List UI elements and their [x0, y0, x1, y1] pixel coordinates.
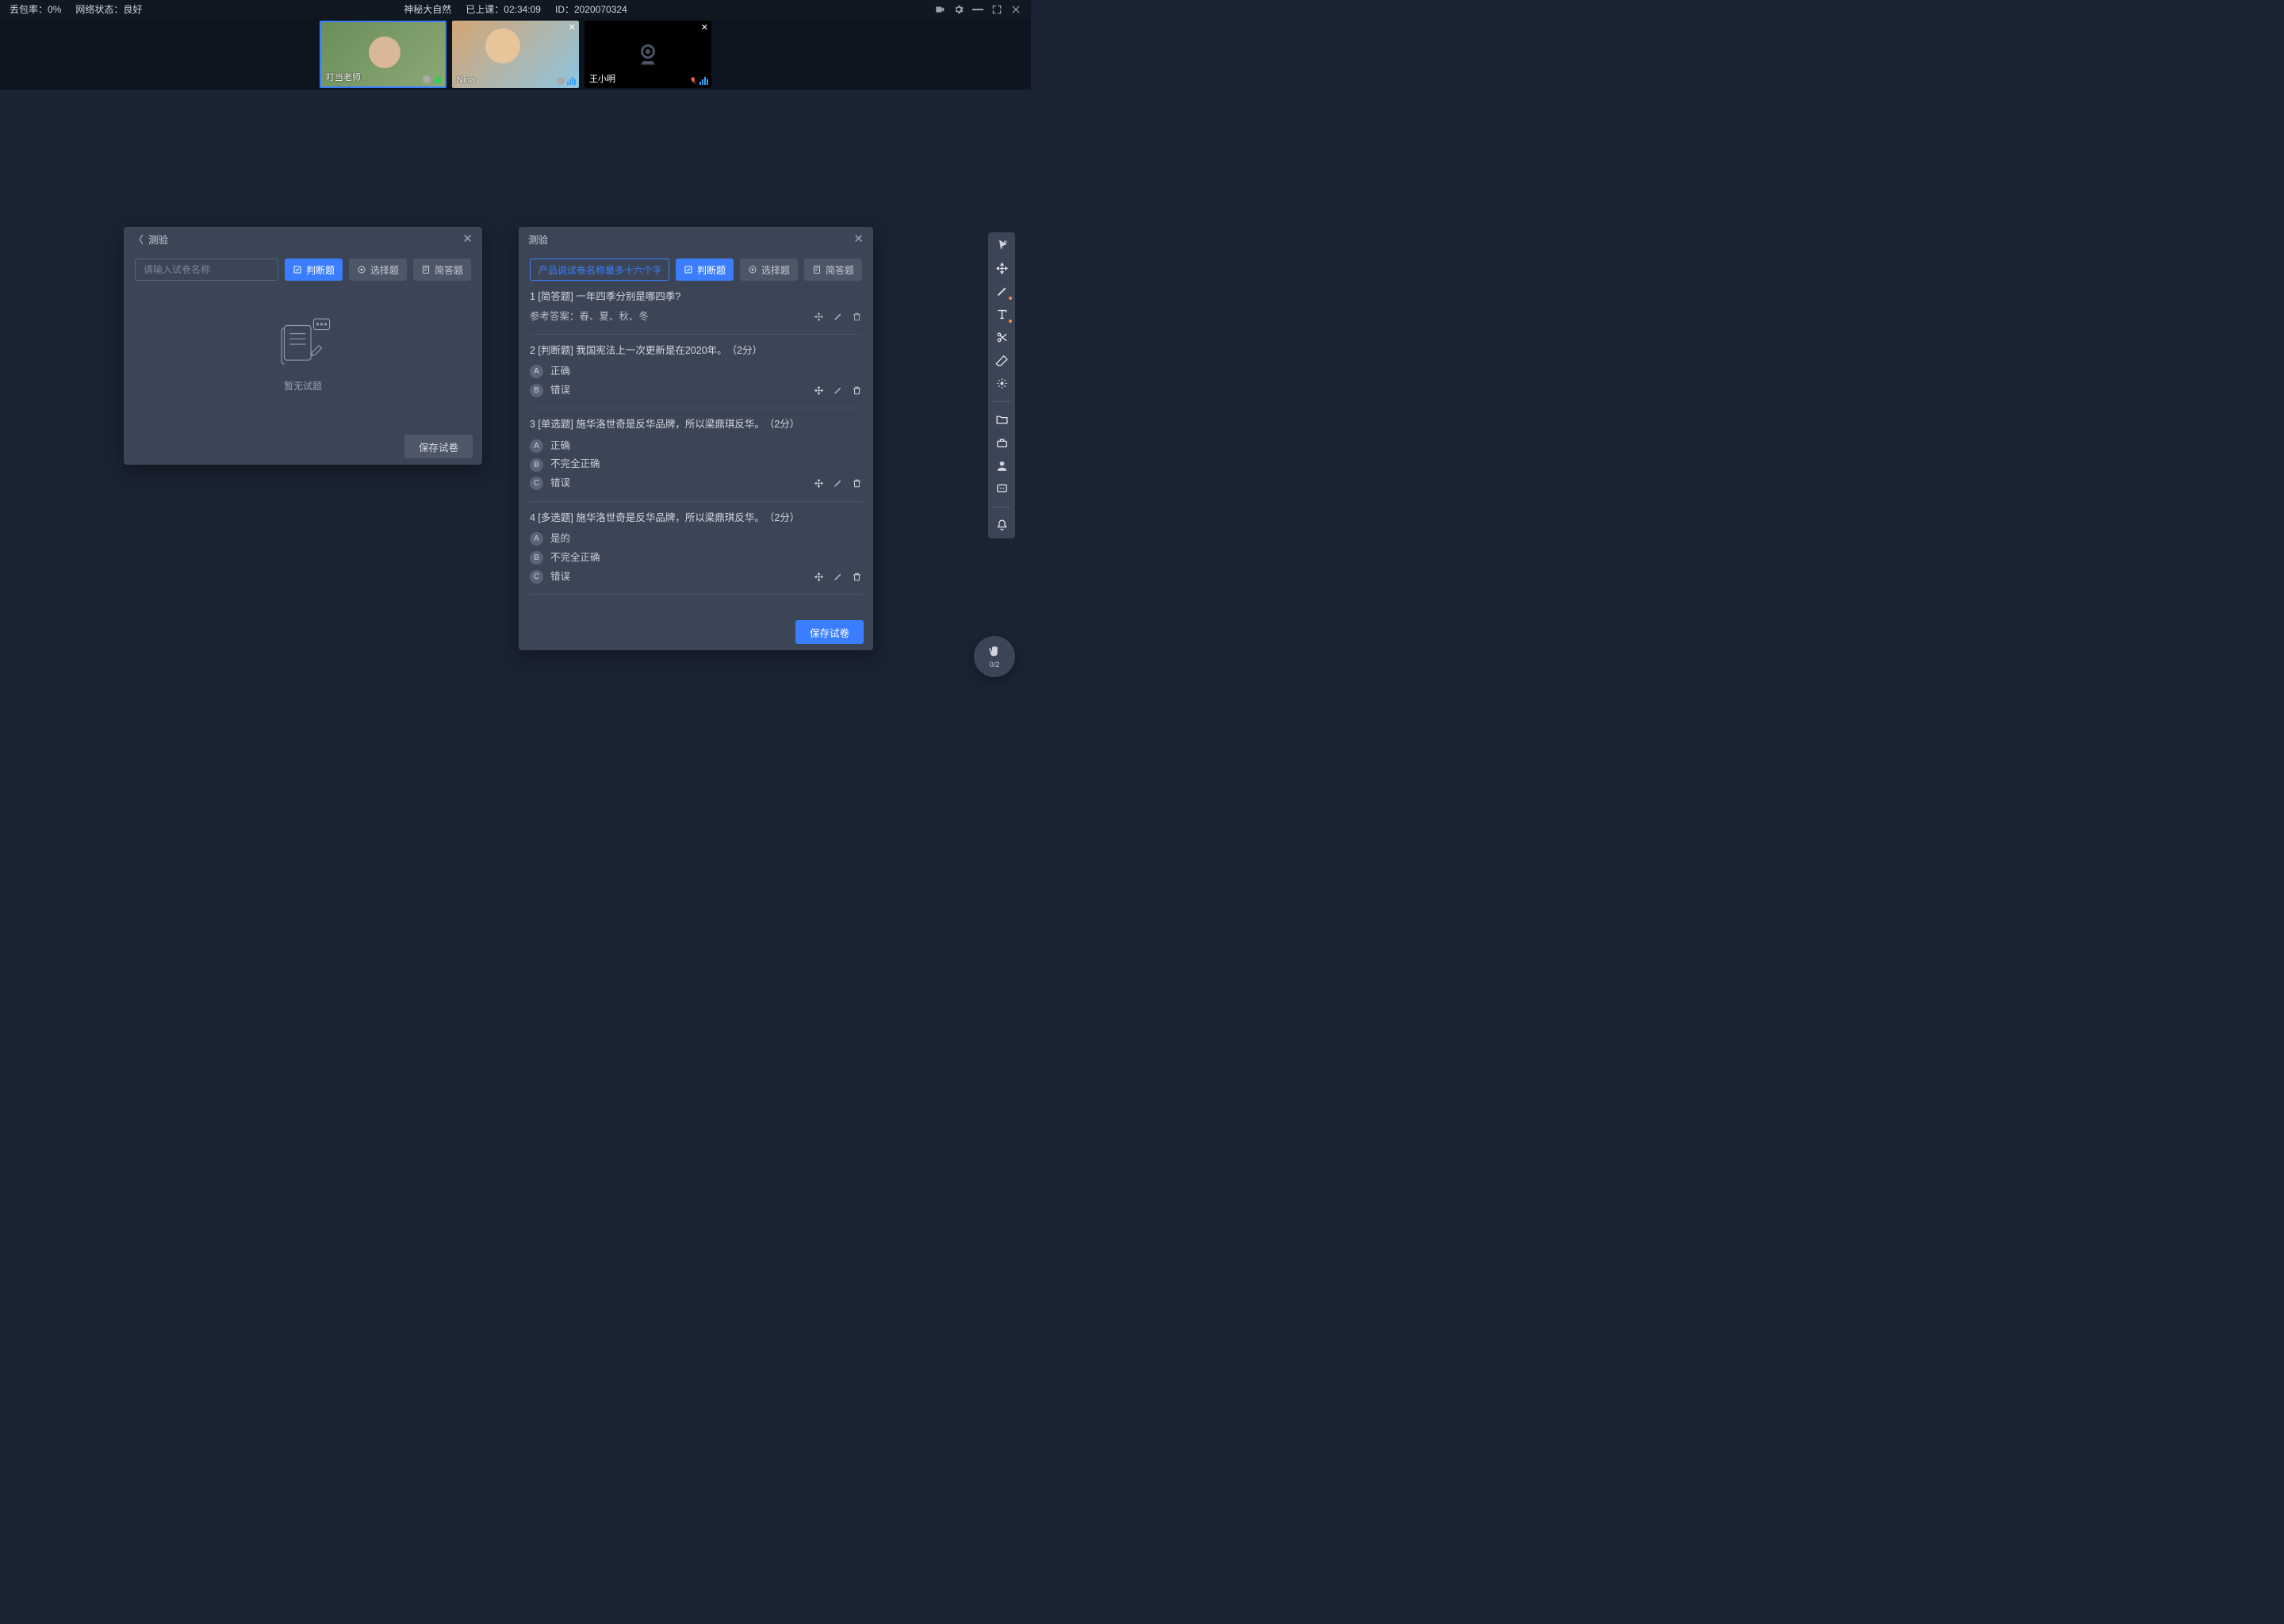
minimize-icon[interactable] — [972, 9, 983, 10]
quiz-panel-filled: 测验 ✕ 判断题 选择题 简答题 1 [简答题] 一年四季分别是哪四季? 参考答案… — [519, 227, 873, 650]
judge-question-button[interactable]: 判断题 — [676, 259, 734, 281]
toolbox-icon[interactable] — [995, 436, 1009, 450]
folder-icon[interactable] — [995, 413, 1009, 427]
fullscreen-icon[interactable] — [991, 4, 1002, 15]
move-question-icon[interactable] — [814, 478, 824, 488]
camera-toggle-icon[interactable] — [934, 4, 945, 15]
lesson-duration: 已上课：02:34:09 — [466, 2, 541, 16]
panel-title: 测验 — [148, 232, 168, 247]
chat-icon[interactable] — [995, 482, 1009, 496]
video-tile-student[interactable]: ✕ 王小明 — [584, 21, 711, 88]
quiz-name-input[interactable] — [135, 259, 278, 281]
choice-question-button[interactable]: 选择题 — [740, 259, 798, 281]
remove-participant-icon[interactable]: ✕ — [701, 22, 708, 33]
delete-question-icon[interactable] — [852, 572, 862, 582]
flag-icon — [557, 77, 565, 85]
quiz-panel-empty: 〈测验 ✕ 判断题 选择题 简答题 暂无试题 保存试卷 — [124, 227, 482, 465]
move-question-icon[interactable] — [814, 312, 824, 322]
edit-question-icon[interactable] — [833, 572, 843, 582]
pen-icon[interactable] — [995, 285, 1009, 298]
move-icon[interactable] — [995, 262, 1009, 275]
short-answer-button[interactable]: 简答题 — [413, 259, 471, 281]
raise-hand-button[interactable]: 0/2 — [974, 636, 1015, 677]
settings-icon[interactable] — [953, 4, 964, 15]
question-option[interactable]: C错误 — [530, 568, 570, 587]
question-option[interactable]: A正确 — [530, 362, 862, 381]
video-strip: 叮当老师 ✕ Nina ✕ 王小明 — [0, 18, 1031, 90]
participant-name: Nina — [457, 75, 475, 85]
video-tile-student[interactable]: ✕ Nina — [452, 21, 579, 88]
lesson-id: ID：2020070324 — [555, 2, 627, 16]
panel-title: 测验 — [528, 232, 548, 247]
question-option[interactable]: A是的 — [530, 530, 862, 549]
question-title: 4 [多选题] 施华洛世奇是反华品牌，所以梁鼎琪反华。 （2分） — [530, 510, 862, 527]
mic-level-icon — [567, 77, 576, 85]
question-option[interactable]: C错误 — [530, 474, 570, 493]
participant-name: 叮当老师 — [326, 71, 361, 83]
edit-question-icon[interactable] — [833, 312, 843, 322]
question-item: 2 [判断题] 我国宪法上一次更新是在2020年。 （2分） A正确B错误 — [530, 335, 862, 409]
move-question-icon[interactable] — [814, 385, 824, 396]
edit-question-icon[interactable] — [833, 478, 843, 488]
video-tile-teacher[interactable]: 叮当老师 — [320, 21, 446, 88]
loss-rate: 丢包率：0% — [10, 2, 61, 16]
empty-state: 暂无试题 — [135, 281, 471, 423]
question-title: 3 [单选题] 施华洛世奇是反华品牌，所以梁鼎琪反华。 （2分） — [530, 416, 862, 433]
whiteboard-toolbar — [988, 232, 1015, 538]
edit-question-icon[interactable] — [833, 385, 843, 396]
question-item: 4 [多选题] 施华洛世奇是反华品牌，所以梁鼎琪反华。 （2分） A是的B不完全正… — [530, 502, 862, 596]
mic-level-icon — [699, 77, 708, 85]
save-quiz-button[interactable]: 保存试卷 — [795, 620, 864, 644]
hand-count: 0/2 — [990, 661, 1000, 668]
close-icon[interactable] — [1010, 4, 1021, 15]
question-title: 2 [判断题] 我国宪法上一次更新是在2020年。 （2分） — [530, 343, 862, 359]
short-answer-button[interactable]: 简答题 — [804, 259, 862, 281]
delete-question-icon[interactable] — [852, 478, 862, 488]
mic-muted-icon — [689, 77, 697, 85]
delete-question-icon[interactable] — [852, 385, 862, 396]
eraser-icon[interactable] — [995, 354, 1009, 367]
work-area: 〈测验 ✕ 判断题 选择题 简答题 暂无试题 保存试卷 测验 ✕ — [0, 90, 1031, 733]
move-question-icon[interactable] — [814, 572, 824, 582]
bell-icon[interactable] — [995, 519, 1009, 532]
laser-icon[interactable] — [995, 377, 1009, 390]
flag-icon — [423, 75, 431, 83]
quiz-name-input[interactable] — [530, 259, 669, 281]
question-answer: 参考答案：春、夏、秋、冬 — [530, 308, 649, 325]
close-icon[interactable]: ✕ — [853, 232, 864, 246]
top-bar: 丢包率：0% 网络状态：良好 神秘大自然 已上课：02:34:09 ID：202… — [0, 0, 1031, 18]
remove-participant-icon[interactable]: ✕ — [569, 22, 576, 33]
question-option[interactable]: B不完全正确 — [530, 549, 862, 568]
save-quiz-button[interactable]: 保存试卷 — [404, 435, 473, 458]
back-icon[interactable]: 〈 — [133, 232, 144, 247]
lesson-title: 神秘大自然 — [404, 2, 451, 16]
text-icon[interactable] — [995, 308, 1009, 321]
cursor-icon[interactable] — [995, 239, 1009, 252]
delete-question-icon[interactable] — [852, 312, 862, 322]
question-option[interactable]: B不完全正确 — [530, 455, 862, 474]
question-item: 1 [简答题] 一年四季分别是哪四季? 参考答案：春、夏、秋、冬 — [530, 281, 862, 335]
judge-question-button[interactable]: 判断题 — [285, 259, 343, 281]
person-icon[interactable] — [995, 459, 1009, 473]
question-item: 3 [单选题] 施华洛世奇是反华品牌，所以梁鼎琪反华。 （2分） A正确B不完全正… — [530, 408, 862, 502]
participant-name: 王小明 — [589, 72, 615, 85]
camera-off-icon — [634, 40, 662, 68]
network-status: 网络状态：良好 — [75, 2, 142, 16]
question-option[interactable]: B错误 — [530, 381, 570, 400]
empty-text: 暂无试题 — [284, 379, 322, 393]
close-icon[interactable]: ✕ — [462, 232, 473, 246]
question-option[interactable]: A正确 — [530, 437, 862, 456]
scissors-icon[interactable] — [995, 331, 1009, 344]
choice-question-button[interactable]: 选择题 — [349, 259, 407, 281]
question-title: 1 [简答题] 一年四季分别是哪四季? — [530, 289, 862, 305]
mic-level-icon — [433, 75, 442, 83]
